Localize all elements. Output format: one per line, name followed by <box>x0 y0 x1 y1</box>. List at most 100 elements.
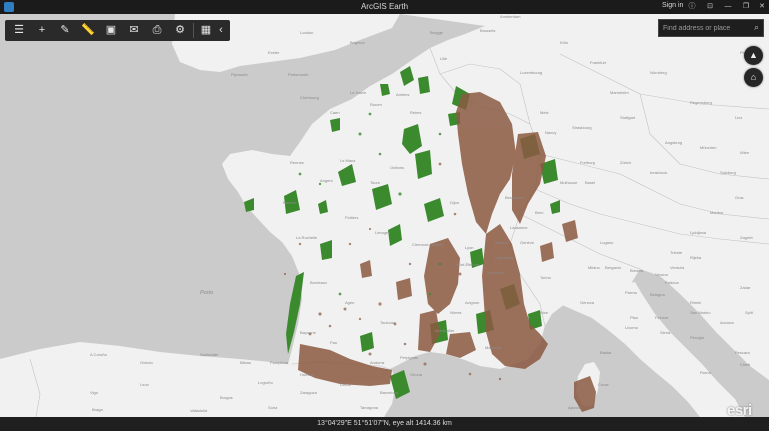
map-label: Perpignan <box>400 355 418 360</box>
map-label: Freiburg <box>580 160 595 165</box>
map-label: Bern <box>535 210 543 215</box>
map-label: Bologna <box>650 292 665 297</box>
map-label: Nürnberg <box>650 70 667 75</box>
map-label: Vigo <box>90 390 99 395</box>
map-label: Parma <box>625 290 638 295</box>
map-label: Regensburg <box>690 100 712 105</box>
sign-in-link[interactable]: Sign in <box>662 2 683 9</box>
map-label: Burgos <box>220 395 233 400</box>
map-label: Basel <box>585 180 595 185</box>
map-label: Rimini <box>690 300 701 305</box>
map-label: Lugano <box>600 240 614 245</box>
map-label: Brussels <box>480 28 495 33</box>
map-label: Marseille <box>485 345 502 350</box>
status-bar: 13°04'29"E 51°51'07"N, eye alt 1414.36 k… <box>0 417 769 431</box>
add-icon[interactable]: + <box>33 22 51 39</box>
map-label: Perugia <box>690 335 705 340</box>
map-label: Pau <box>330 340 337 345</box>
map-label: Angers <box>320 178 333 183</box>
info-icon[interactable]: ⓘ <box>686 1 698 13</box>
map-label: Chieti <box>740 362 750 367</box>
home-button[interactable]: ⌂ <box>744 68 763 87</box>
mail-icon[interactable]: ✉ <box>125 22 143 39</box>
basemap: Plymouth Portsmouth Brighton London Exet… <box>0 14 769 417</box>
map-label: Orléans <box>390 165 404 170</box>
map-label: Metz <box>540 110 549 115</box>
map-label: Braga <box>92 407 103 412</box>
map-label: Nantes <box>283 200 296 205</box>
map-label: Toulouse <box>380 320 397 325</box>
minimize-icon[interactable]: — <box>722 1 734 13</box>
map-label: Ancona <box>720 320 734 325</box>
map-label: Lausanne <box>510 225 528 230</box>
map-label: San Marino <box>690 310 711 315</box>
map-label: Exeter <box>268 50 280 55</box>
map-label: Lyon <box>465 245 474 250</box>
map-label: Ljubljana <box>690 230 707 235</box>
map-label: Luxembourg <box>520 70 542 75</box>
map-label: Valladolid <box>190 408 207 413</box>
map-label: Le Havre <box>350 90 367 95</box>
map-label: Firenze <box>655 315 669 320</box>
map-label: Huesca <box>300 372 314 377</box>
map-label: Wien <box>740 150 749 155</box>
picture-icon[interactable]: ▣ <box>102 22 120 39</box>
sea-label: Porto <box>200 290 213 296</box>
map-label: Zadar <box>740 285 751 290</box>
print-icon[interactable]: ⎙ <box>148 22 166 39</box>
map-label: Grenoble <box>488 270 505 275</box>
search-icon[interactable]: ⌕ <box>754 22 759 33</box>
close-icon[interactable]: ✕ <box>756 1 768 13</box>
map-label: Besançon <box>505 195 523 200</box>
compass-button[interactable]: ▲ <box>744 46 763 65</box>
map-label: Pamplona <box>270 360 289 365</box>
map-label: Frankfurt <box>590 60 607 65</box>
map-label: La Rochelle <box>296 235 318 240</box>
map-label: Soria <box>268 405 278 410</box>
map-label: Brugge <box>430 30 444 35</box>
map-label: Mulhouse <box>560 180 578 185</box>
search-box: ⌕ <box>658 19 764 37</box>
search-input[interactable] <box>663 22 749 35</box>
map-label: Barcelona <box>380 390 399 395</box>
map-label: Bordeaux <box>310 280 327 285</box>
map-label: Rennes <box>290 160 304 165</box>
draw-icon[interactable]: ✎ <box>56 22 74 39</box>
map-label: Santander <box>200 352 219 357</box>
map-label: Nîmes <box>450 310 462 315</box>
map-label: Zagreb <box>740 235 753 240</box>
map-label: Limoges <box>375 230 390 235</box>
measure-icon[interactable]: 📏 <box>79 22 97 39</box>
map-label: Bergamo <box>605 265 622 270</box>
map-label: Padova <box>665 280 679 285</box>
collapse-icon[interactable]: ‹ <box>212 22 230 39</box>
map-label: Zaragoza <box>300 390 318 395</box>
map-label: Innsbruck <box>650 170 667 175</box>
settings-icon[interactable]: ⚙ <box>171 22 189 39</box>
map-view[interactable]: Plymouth Portsmouth Brighton London Exet… <box>0 14 769 417</box>
map-label: Livorno <box>625 325 639 330</box>
map-label: Zürich <box>620 160 631 165</box>
map-label: Köln <box>560 40 568 45</box>
map-label: Rijeka <box>690 255 702 260</box>
map-label: Tarragona <box>360 405 379 410</box>
main-toolbar: ☰ + ✎ 📏 ▣ ✉ ⎙ ⚙ ▦ ‹ <box>5 20 230 41</box>
title-bar: ArcGIS Earth Sign in ⓘ ⊡ — ❐ ✕ <box>0 0 769 14</box>
map-label: Clermont-Ferrand <box>412 242 444 247</box>
maximize-icon[interactable]: ❐ <box>740 1 752 13</box>
map-label: Split <box>745 310 754 315</box>
map-label: Pisa <box>630 315 639 320</box>
compass-icon: ▲ <box>749 50 758 60</box>
map-label: Ajaccio <box>568 405 582 410</box>
layers-icon[interactable]: ☰ <box>10 22 28 39</box>
map-label: Strasbourg <box>572 125 592 130</box>
map-label: Saint-Étienne <box>455 262 480 267</box>
map-label: Amsterdam <box>500 14 521 19</box>
map-label: Bilbao <box>240 360 252 365</box>
fullscreen-icon[interactable]: ⊡ <box>704 1 716 13</box>
toolbar-divider <box>193 23 194 38</box>
map-label: Dijon <box>450 200 459 205</box>
map-label: Nice <box>540 310 549 315</box>
map-label: Reims <box>410 110 421 115</box>
map-label: Cherbourg <box>300 95 319 100</box>
